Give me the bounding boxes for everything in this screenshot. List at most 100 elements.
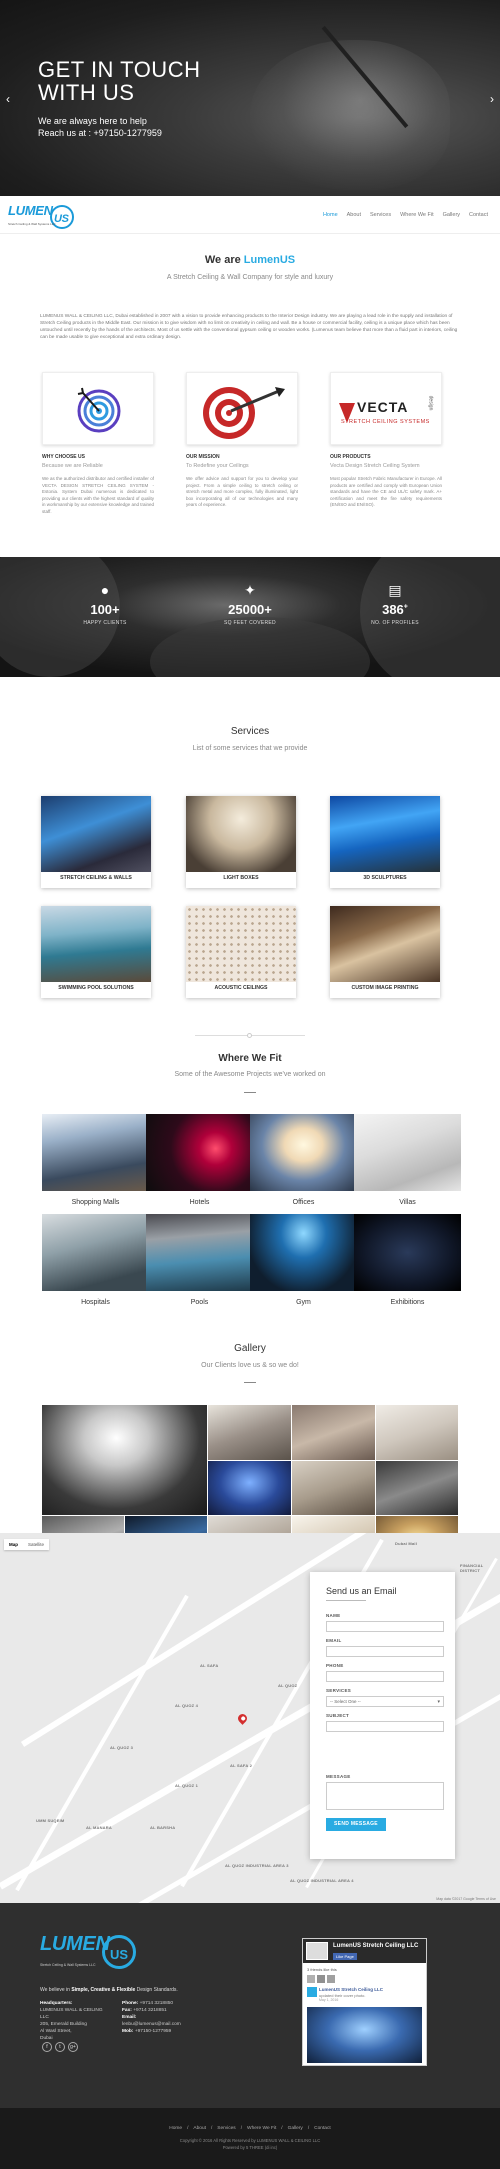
subject-field[interactable] xyxy=(326,1721,444,1732)
service-image xyxy=(41,906,151,982)
nav-item-home[interactable]: Home xyxy=(323,212,338,218)
service-caption: LIGHT BOXES xyxy=(223,875,259,881)
bottom-link-home[interactable]: Home xyxy=(169,2126,182,2131)
fax-label: Fax: xyxy=(122,2008,132,2013)
gallery-image[interactable] xyxy=(292,1461,375,1515)
section-divider xyxy=(195,1033,305,1038)
feature-subheading: Vecta Design Stretch Ceiling System xyxy=(330,463,420,469)
fit-image-pools[interactable] xyxy=(146,1214,253,1291)
fit-image-hotels[interactable] xyxy=(146,1114,253,1191)
bottom-link-services[interactable]: Services xyxy=(217,2126,235,2131)
footer-logo-word: LUMEN xyxy=(40,1933,110,1955)
map-label: UMM SUQEIM xyxy=(36,1818,65,1823)
gallery-image[interactable] xyxy=(376,1461,458,1515)
gallery-image[interactable] xyxy=(208,1461,291,1515)
fit-caption: Exhibitions xyxy=(390,1299,425,1306)
about-title: We are LumenUS xyxy=(0,254,500,266)
fit-image-gym[interactable] xyxy=(250,1214,357,1291)
fb-post-author[interactable]: LumenUS Stretch Ceiling LLC xyxy=(319,1987,383,1992)
facebook-page-widget[interactable]: LumenUS Stretch Ceiling LLC Like Page 3 … xyxy=(302,1938,427,2066)
gallery-image[interactable] xyxy=(208,1405,291,1460)
footer-logo-tagline: Stretch Ceiling & Wall Systems LLC xyxy=(40,1963,96,1967)
fb-like-button[interactable]: Like Page xyxy=(333,1953,357,1960)
send-message-button[interactable]: SEND MESSAGE xyxy=(326,1818,386,1831)
gallery-image[interactable] xyxy=(292,1405,375,1460)
main-navbar: LUMEN US Stretch Ceiling & Wall Systems … xyxy=(0,196,500,234)
fb-page-thumbnail xyxy=(306,1942,328,1960)
map-label: FINANCIAL DISTRICT xyxy=(460,1563,484,1573)
fb-widget-header: LumenUS Stretch Ceiling LLC Like Page xyxy=(303,1939,426,1963)
bottom-link-gallery[interactable]: Gallery xyxy=(288,2126,303,2131)
email-value[interactable]: lenbu@lumenus@mail.com xyxy=(122,2022,181,2027)
service-image xyxy=(330,796,440,872)
message-textarea[interactable] xyxy=(326,1782,444,1810)
fit-caption: Pools xyxy=(190,1299,209,1306)
bottom-link-separator: / xyxy=(281,2126,283,2131)
stat-label: NO. OF PROFILES xyxy=(371,620,419,626)
service-card[interactable]: 3D SCULPTURES xyxy=(330,796,440,888)
gallery-image[interactable] xyxy=(42,1405,207,1515)
map-label: AL QUOZ INDUSTRIAL AREA 3 xyxy=(225,1863,289,1868)
hq-line: Dubai xyxy=(40,2036,53,2041)
bottom-link-where-we-fit[interactable]: Where We Fit xyxy=(247,2126,276,2131)
footer-logo-word-us: US xyxy=(110,1947,129,1962)
site-logo[interactable]: LUMEN US Stretch Ceiling & Wall Systems … xyxy=(8,200,78,230)
phone-field[interactable] xyxy=(326,1671,444,1682)
fit-caption: Offices xyxy=(292,1199,315,1206)
stat-sq-feet: ✦ 25000+ SQ FEET COVERED xyxy=(200,582,300,626)
map-toggle-map[interactable]: Map xyxy=(4,1539,23,1550)
fit-image-hospitals[interactable] xyxy=(42,1214,149,1291)
slider-prev-icon[interactable]: ‹ xyxy=(6,92,10,106)
form-label-name: NAME xyxy=(326,1613,341,1618)
powered-by-text: Powered by 5 THREE (di inc) xyxy=(222,2145,278,2150)
service-caption: ACOUSTIC CEILINGS xyxy=(214,985,268,991)
map-label: AL SAFA 2 xyxy=(230,1763,253,1768)
bottom-link-contact[interactable]: Contact xyxy=(314,2126,331,2131)
service-card[interactable]: STRETCH CEILING & WALLS xyxy=(41,796,151,888)
name-field[interactable] xyxy=(326,1621,444,1632)
service-card[interactable]: LIGHT BOXES xyxy=(186,796,296,888)
footer-tagline: We believe in Simple, Creative & Flexibl… xyxy=(40,1987,178,1993)
fit-image-villas[interactable] xyxy=(354,1114,461,1191)
email-label: Email: xyxy=(122,2015,137,2020)
services-select[interactable]: -- Select One -- xyxy=(326,1696,444,1707)
logo-word: LUMEN xyxy=(8,203,53,218)
bottom-links: Home / About / Services / Where We Fit /… xyxy=(0,2126,500,2131)
service-card[interactable]: ACOUSTIC CEILINGS xyxy=(186,906,296,998)
slider-next-icon[interactable]: › xyxy=(490,92,494,106)
footer-logo[interactable]: LUMEN US Stretch Ceiling & Wall Systems … xyxy=(40,1933,140,1973)
fit-title: Where We Fit xyxy=(218,1053,282,1064)
feature-image-vecta-logo: VECTA design STRETCH CEILING SYSTEMS xyxy=(330,372,442,445)
nav-item-where-we-fit[interactable]: Where We Fit xyxy=(400,212,434,218)
nav-item-about[interactable]: About xyxy=(347,212,361,218)
fb-post-image[interactable] xyxy=(307,2007,422,2063)
map-toggle-satellite[interactable]: Satellite xyxy=(23,1539,49,1550)
fb-post-date: May 1, 2016 xyxy=(319,1998,339,2002)
service-card[interactable]: SWIMMING POOL SOLUTIONS xyxy=(41,906,151,998)
feature-body: We as the authorized distributor and cer… xyxy=(42,476,154,514)
fit-subtitle: Some of the Awesome Projects we've worke… xyxy=(174,1071,326,1078)
phone-value[interactable]: +9714 3218850 xyxy=(140,2001,173,2006)
nav-item-gallery[interactable]: Gallery xyxy=(443,212,460,218)
stat-label: HAPPY CLIENTS xyxy=(83,620,127,626)
service-card[interactable]: CUSTOM IMAGE PRINTING xyxy=(330,906,440,998)
server-icon: ▤ xyxy=(388,582,402,598)
facebook-icon[interactable]: f xyxy=(42,2042,52,2052)
fit-image-offices[interactable] xyxy=(250,1114,357,1191)
map-label: AL QUOZ 4 xyxy=(175,1703,199,1708)
fb-post-avatar xyxy=(307,1987,317,1997)
fb-page-name[interactable]: LumenUS Stretch Ceiling LLC xyxy=(333,1943,418,1949)
nav-item-services[interactable]: Services xyxy=(370,212,391,218)
google-plus-icon[interactable]: g+ xyxy=(68,2042,78,2052)
nav-item-contact[interactable]: Contact xyxy=(469,212,488,218)
service-image xyxy=(186,796,296,872)
fit-image-shopping-malls[interactable] xyxy=(42,1114,149,1191)
bottom-link-separator: / xyxy=(307,2126,310,2131)
bottom-link-about[interactable]: About xyxy=(193,2126,206,2131)
email-field[interactable] xyxy=(326,1646,444,1657)
twitter-icon[interactable]: t xyxy=(55,2042,65,2052)
gallery-image[interactable] xyxy=(376,1405,458,1460)
feature-heading: OUR PRODUCTS xyxy=(330,454,371,460)
mob-value[interactable]: +97150-1277959 xyxy=(135,2029,171,2034)
fit-image-exhibitions[interactable] xyxy=(354,1214,461,1291)
